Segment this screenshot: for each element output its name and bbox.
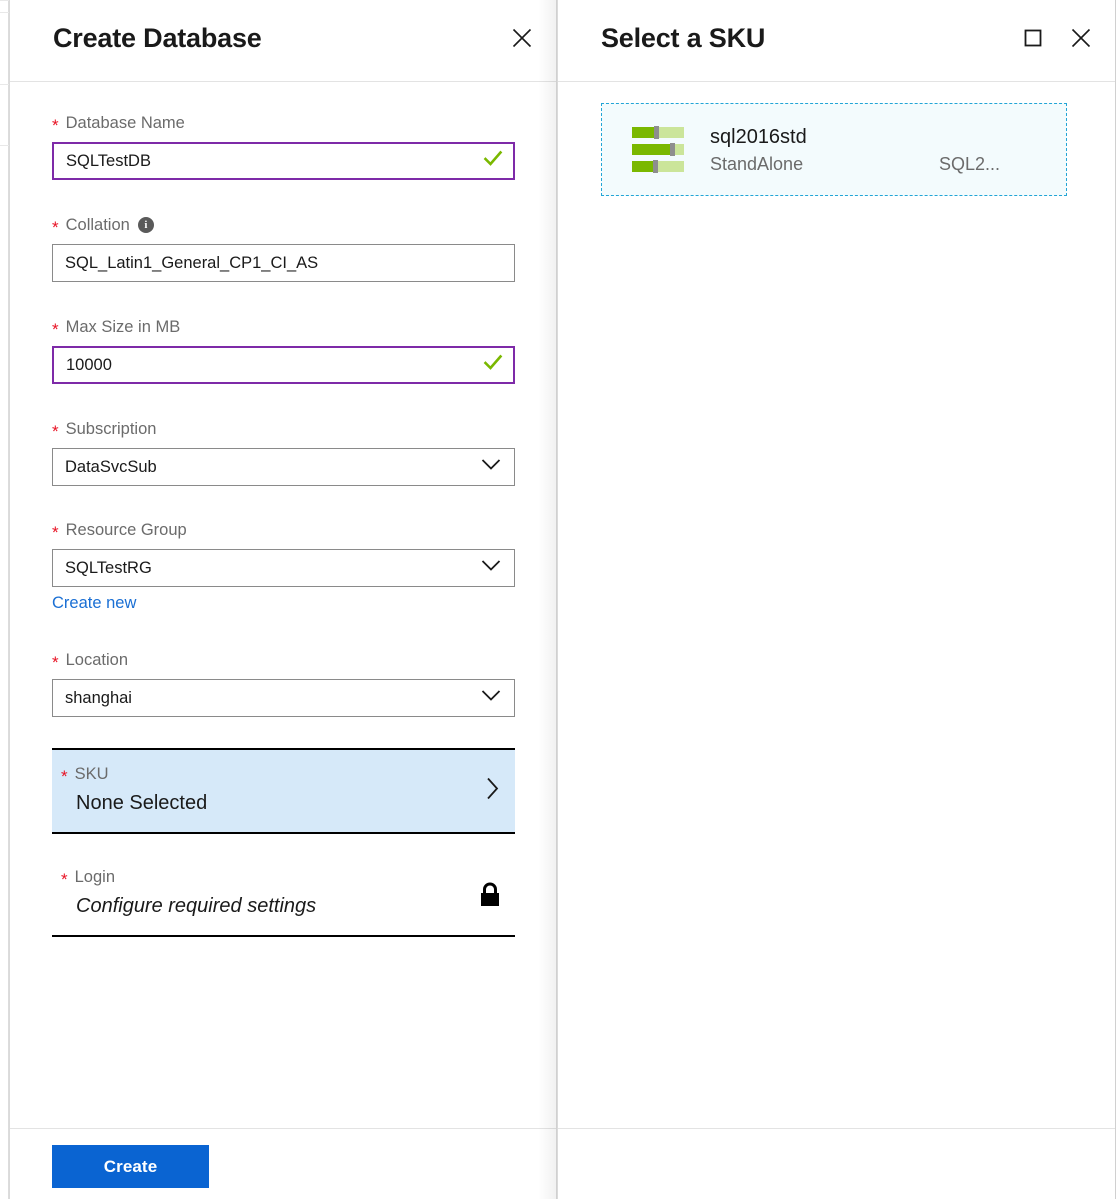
label-text: Subscription bbox=[66, 419, 157, 439]
sku-blade-footer bbox=[558, 1128, 1115, 1199]
label-resource-group: * Resource Group bbox=[52, 520, 515, 540]
create-database-form: * Database Name * Collation bbox=[10, 83, 556, 1199]
create-blade-header: Create Database bbox=[10, 0, 556, 82]
label-text: Location bbox=[66, 650, 128, 670]
close-icon[interactable] bbox=[1061, 18, 1101, 58]
field-collation: * Collation i bbox=[52, 215, 515, 282]
maximize-icon[interactable] bbox=[1013, 18, 1053, 58]
max-size-input-shell[interactable] bbox=[52, 346, 515, 384]
required-marker: * bbox=[52, 425, 59, 439]
label-max-size: * Max Size in MB bbox=[52, 317, 515, 337]
sku-item-subtitle: StandAlone bbox=[710, 152, 803, 176]
required-marker: * bbox=[52, 119, 59, 133]
sku-sliders-icon bbox=[632, 127, 684, 172]
app-root: Create Database * Database Name bbox=[0, 0, 1116, 1199]
location-value: shanghai bbox=[53, 680, 514, 716]
sku-item-publisher: SQL2... bbox=[939, 152, 1000, 176]
resource-group-value: SQLTestRG bbox=[53, 550, 514, 586]
label-text: SKU bbox=[75, 764, 109, 784]
required-marker: * bbox=[52, 221, 59, 235]
label-text: Collation bbox=[66, 215, 130, 235]
sku-bar-2 bbox=[632, 144, 684, 155]
sku-blade-header: Select a SKU bbox=[558, 0, 1115, 82]
database-name-input[interactable] bbox=[54, 144, 513, 178]
label-sku: * SKU bbox=[52, 764, 515, 784]
sku-page-title: Select a SKU bbox=[601, 23, 765, 54]
create-button[interactable]: Create bbox=[52, 1145, 209, 1188]
select-sku-blade: Select a SKU bbox=[557, 0, 1116, 1199]
label-text: Max Size in MB bbox=[66, 317, 181, 337]
strip-divider-3 bbox=[0, 84, 9, 85]
sku-item-text: sql2016std StandAlone SQL2... bbox=[710, 124, 1042, 176]
label-text: Database Name bbox=[66, 113, 185, 133]
field-resource-group: * Resource Group SQLTestRG Create new bbox=[52, 520, 515, 613]
required-marker: * bbox=[61, 770, 68, 784]
login-picker-row[interactable]: * Login Configure required settings bbox=[52, 853, 515, 937]
create-blade-footer: Create bbox=[10, 1128, 556, 1199]
sku-value: None Selected bbox=[52, 790, 515, 816]
subscription-value: DataSvcSub bbox=[53, 449, 514, 485]
create-database-blade: Create Database * Database Name bbox=[9, 0, 557, 1199]
collation-input-shell[interactable] bbox=[52, 244, 515, 282]
required-marker: * bbox=[61, 873, 68, 887]
required-marker: * bbox=[52, 323, 59, 337]
strip-divider-2 bbox=[0, 12, 9, 13]
close-icon[interactable] bbox=[502, 18, 542, 58]
label-login: * Login bbox=[52, 867, 515, 887]
label-text: Login bbox=[75, 867, 115, 887]
create-new-resource-group-link[interactable]: Create new bbox=[52, 594, 136, 613]
sku-item-name: sql2016std bbox=[710, 124, 1042, 150]
label-text: Resource Group bbox=[66, 520, 187, 540]
sku-item-meta: StandAlone SQL2... bbox=[710, 152, 1042, 176]
location-dropdown[interactable]: shanghai bbox=[52, 679, 515, 717]
sku-list-item[interactable]: sql2016std StandAlone SQL2... bbox=[601, 103, 1067, 196]
label-location: * Location bbox=[52, 650, 515, 670]
label-database-name: * Database Name bbox=[52, 113, 515, 133]
field-max-size: * Max Size in MB bbox=[52, 317, 515, 384]
collation-input[interactable] bbox=[53, 245, 514, 281]
strip-divider-1 bbox=[0, 0, 9, 1]
label-collation: * Collation i bbox=[52, 215, 515, 235]
info-icon[interactable]: i bbox=[138, 217, 154, 233]
strip-divider-4 bbox=[0, 145, 9, 146]
page-title: Create Database bbox=[53, 23, 262, 54]
sku-list: sql2016std StandAlone SQL2... bbox=[558, 83, 1115, 1128]
required-marker: * bbox=[52, 656, 59, 670]
sku-bar-3 bbox=[632, 161, 684, 172]
field-location: * Location shanghai bbox=[52, 650, 515, 717]
sku-picker-row[interactable]: * SKU None Selected bbox=[52, 748, 515, 834]
label-subscription: * Subscription bbox=[52, 419, 515, 439]
database-name-input-shell[interactable] bbox=[52, 142, 515, 180]
max-size-input[interactable] bbox=[54, 348, 513, 382]
subscription-dropdown[interactable]: DataSvcSub bbox=[52, 448, 515, 486]
required-marker: * bbox=[52, 526, 59, 540]
sku-bar-1 bbox=[632, 127, 684, 138]
field-subscription: * Subscription DataSvcSub bbox=[52, 419, 515, 486]
field-database-name: * Database Name bbox=[52, 113, 515, 180]
collapsed-blade-strip[interactable] bbox=[0, 0, 9, 1199]
login-value: Configure required settings bbox=[52, 893, 515, 919]
resource-group-dropdown[interactable]: SQLTestRG bbox=[52, 549, 515, 587]
